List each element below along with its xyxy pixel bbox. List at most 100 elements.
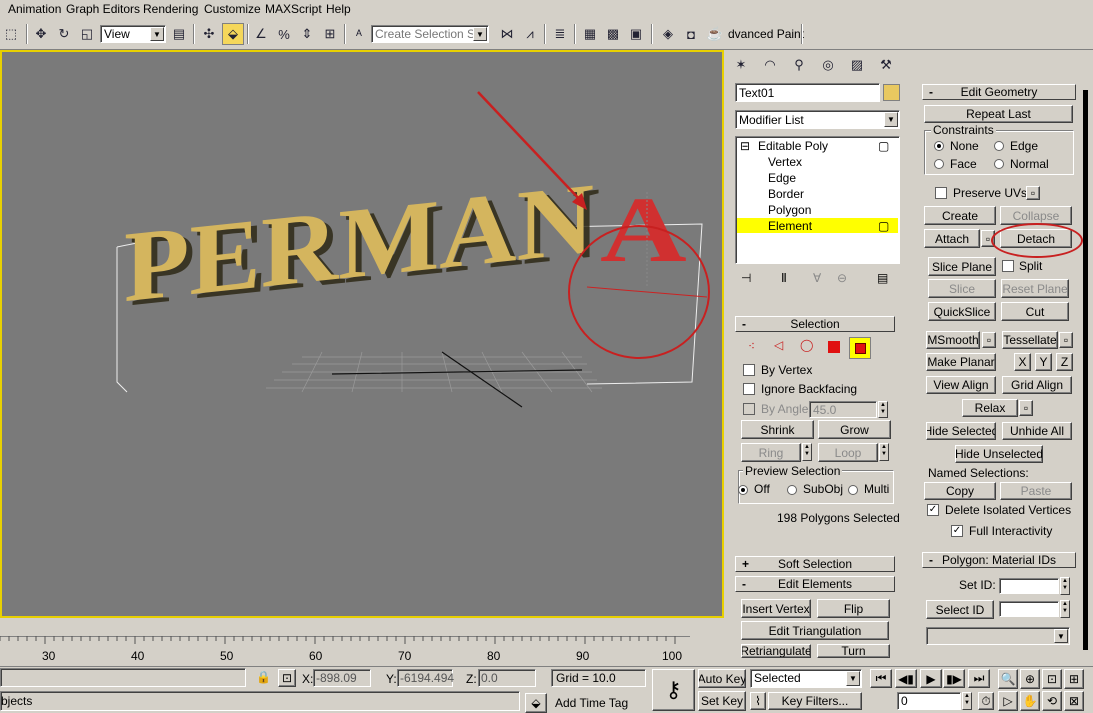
- scale-icon[interactable]: ◱: [76, 23, 98, 45]
- preview-off-radio[interactable]: [738, 485, 748, 495]
- slice-plane-button[interactable]: Slice Plane: [928, 257, 996, 276]
- create-button[interactable]: Create: [924, 206, 996, 225]
- material-name-combo[interactable]: ▼: [926, 627, 1070, 645]
- track-bar[interactable]: 30 40 50 60 70 80 90 100: [0, 636, 690, 666]
- constraint-normal-radio[interactable]: [994, 159, 1004, 169]
- edit-triangulation-button[interactable]: Edit Triangulation: [741, 621, 889, 640]
- selection-set-combo[interactable]: Create Selection Set ▼: [371, 25, 489, 43]
- selection-rollout-header[interactable]: - Selection: [735, 316, 895, 332]
- edit-geometry-header[interactable]: - Edit Geometry: [922, 84, 1076, 100]
- retriangulate-button[interactable]: Retriangulate: [741, 644, 811, 658]
- cut-button[interactable]: Cut: [1001, 302, 1069, 321]
- next-frame-icon[interactable]: ▮▶: [943, 669, 965, 688]
- vertex-mode-icon[interactable]: ⁖: [748, 339, 755, 353]
- planar-z-button[interactable]: Z: [1056, 353, 1073, 371]
- pivot-icon[interactable]: ▤: [168, 23, 190, 45]
- region-select-icon[interactable]: ⬚: [0, 23, 22, 45]
- render-frame-icon[interactable]: ◘: [680, 23, 702, 45]
- unhide-all-button[interactable]: Unhide All: [1002, 422, 1072, 440]
- msmooth-button[interactable]: MSmooth: [926, 331, 980, 349]
- stack-item-vertex[interactable]: Vertex: [768, 155, 802, 169]
- delete-isolated-checkbox[interactable]: ✓: [927, 504, 939, 516]
- create-tab-icon[interactable]: ✶: [730, 54, 752, 76]
- element-mode-icon[interactable]: [849, 337, 871, 359]
- stack-item-editable-poly[interactable]: Editable Poly: [758, 139, 828, 153]
- edge-mode-icon[interactable]: ◁: [774, 338, 783, 352]
- make-planar-button[interactable]: Make Planar: [926, 353, 996, 371]
- flip-button[interactable]: Flip: [817, 599, 890, 618]
- quickslice-button[interactable]: QuickSlice: [928, 302, 996, 321]
- loop-button[interactable]: Loop: [818, 443, 878, 462]
- edit-elements-header[interactable]: - Edit Elements: [735, 576, 895, 592]
- field-of-view-icon[interactable]: ▷: [998, 691, 1018, 711]
- make-unique-icon[interactable]: ∀: [813, 271, 821, 285]
- zoom-extents-icon[interactable]: ⊡: [1042, 669, 1062, 689]
- attach-button[interactable]: Attach: [924, 229, 980, 248]
- polygon-mode-icon[interactable]: [828, 341, 840, 353]
- add-time-tag[interactable]: Add Time Tag: [555, 696, 628, 710]
- zoom-icon[interactable]: 🔍: [998, 669, 1018, 689]
- menu-help[interactable]: Help: [326, 2, 351, 16]
- ring-button[interactable]: Ring: [741, 443, 801, 462]
- select-id-field[interactable]: [999, 601, 1059, 617]
- pin-stack-icon[interactable]: ⊣: [741, 271, 751, 285]
- percent-snap-icon[interactable]: %: [273, 23, 295, 45]
- planar-y-button[interactable]: Y: [1035, 353, 1052, 371]
- material-ids-header[interactable]: - Polygon: Material IDs: [922, 552, 1076, 568]
- object-color-swatch[interactable]: [883, 84, 900, 101]
- paste-button[interactable]: Paste: [1000, 482, 1072, 500]
- render-setup-icon[interactable]: ◈: [657, 23, 679, 45]
- perspective-viewport[interactable]: PERMAN PERMAN A: [0, 50, 724, 618]
- named-selection-icon[interactable]: ᴬ: [348, 23, 370, 45]
- preserve-uvs-checkbox[interactable]: [935, 187, 947, 199]
- constraint-edge-radio[interactable]: [994, 141, 1004, 151]
- reference-coord-combo[interactable]: View ▼: [100, 25, 166, 43]
- move-icon[interactable]: ✥: [30, 23, 52, 45]
- panel-scrollbar[interactable]: [1083, 90, 1088, 650]
- go-to-start-icon[interactable]: ⏮: [870, 669, 892, 688]
- material-editor-icon[interactable]: ▣: [625, 23, 647, 45]
- tessellate-settings-icon[interactable]: ▫: [1059, 332, 1073, 348]
- reset-plane-button[interactable]: Reset Plane: [1001, 279, 1069, 298]
- mirror-icon[interactable]: ⋈: [496, 23, 518, 45]
- relax-button[interactable]: Relax: [962, 399, 1018, 417]
- border-mode-icon[interactable]: ◯: [800, 338, 813, 352]
- select-id-button[interactable]: Select ID: [926, 600, 994, 619]
- hide-unselected-button[interactable]: Hide Unselected: [955, 445, 1043, 463]
- key-filters-button[interactable]: Key Filters...: [768, 692, 862, 710]
- by-vertex-checkbox[interactable]: [743, 364, 755, 376]
- previous-frame-icon[interactable]: ◀▮: [895, 669, 917, 688]
- show-end-result-icon[interactable]: Ⅱ: [781, 271, 787, 285]
- set-id-spinner[interactable]: ▲ ▼: [1060, 577, 1070, 595]
- full-interactivity-checkbox[interactable]: ✓: [951, 525, 963, 537]
- soft-selection-header[interactable]: + Soft Selection: [735, 556, 895, 572]
- display-tab-icon[interactable]: ▨: [846, 54, 868, 76]
- menu-graph-editors[interactable]: Graph Editors: [66, 2, 140, 16]
- stack-item-edge[interactable]: Edge: [768, 171, 796, 185]
- spinner-snap-icon[interactable]: ⇕: [296, 23, 318, 45]
- remove-modifier-icon[interactable]: ⊖: [837, 271, 847, 285]
- preview-subobj-radio[interactable]: [787, 485, 797, 495]
- grid-align-button[interactable]: Grid Align: [1002, 376, 1072, 394]
- x-coordinate-field[interactable]: -898.09: [313, 669, 371, 687]
- shrink-button[interactable]: Shrink: [741, 420, 814, 439]
- object-name-field[interactable]: Text01: [735, 83, 880, 102]
- insert-vertex-button[interactable]: Insert Vertex: [741, 599, 811, 618]
- go-to-end-icon[interactable]: ⏭: [968, 669, 990, 688]
- stack-item-element[interactable]: Element: [768, 219, 812, 233]
- align-icon[interactable]: ⩘: [519, 23, 541, 45]
- ignore-backfacing-checkbox[interactable]: [743, 383, 755, 395]
- relax-settings-icon[interactable]: ▫: [1019, 400, 1033, 416]
- curve-editor-icon[interactable]: ▦: [579, 23, 601, 45]
- select-manipulate-icon[interactable]: ✣: [198, 23, 220, 45]
- menu-customize[interactable]: Customize: [204, 2, 261, 16]
- utilities-tab-icon[interactable]: ⚒: [875, 54, 897, 76]
- hide-selected-button[interactable]: Hide Selected: [926, 422, 996, 440]
- angle-snap-icon[interactable]: ∠: [250, 23, 272, 45]
- rotate-icon[interactable]: ↻: [53, 23, 75, 45]
- key-mode-icon[interactable]: ⚷: [652, 669, 695, 711]
- orbit-icon[interactable]: ⟲: [1042, 691, 1062, 711]
- repeat-last-button[interactable]: Repeat Last: [924, 105, 1073, 123]
- stack-item-border[interactable]: Border: [768, 187, 804, 201]
- stack-item-polygon[interactable]: Polygon: [768, 203, 811, 217]
